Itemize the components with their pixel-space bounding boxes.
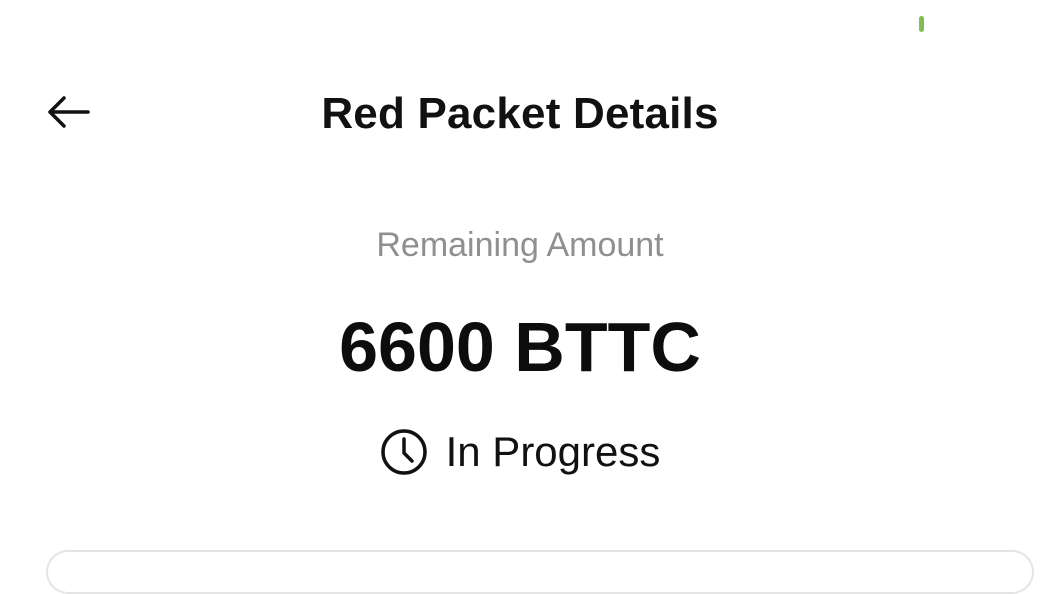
details-card	[46, 550, 1034, 594]
status-label: In Progress	[445, 428, 661, 475]
remaining-amount-label: Remaining Amount	[376, 226, 664, 264]
page-title: Red Packet Details	[321, 89, 719, 138]
status-bar-indicator	[919, 16, 924, 32]
clock-icon	[380, 428, 428, 476]
remaining-amount-value: 6600 BTTC	[339, 308, 701, 386]
status-row: In Progress	[0, 424, 1040, 480]
